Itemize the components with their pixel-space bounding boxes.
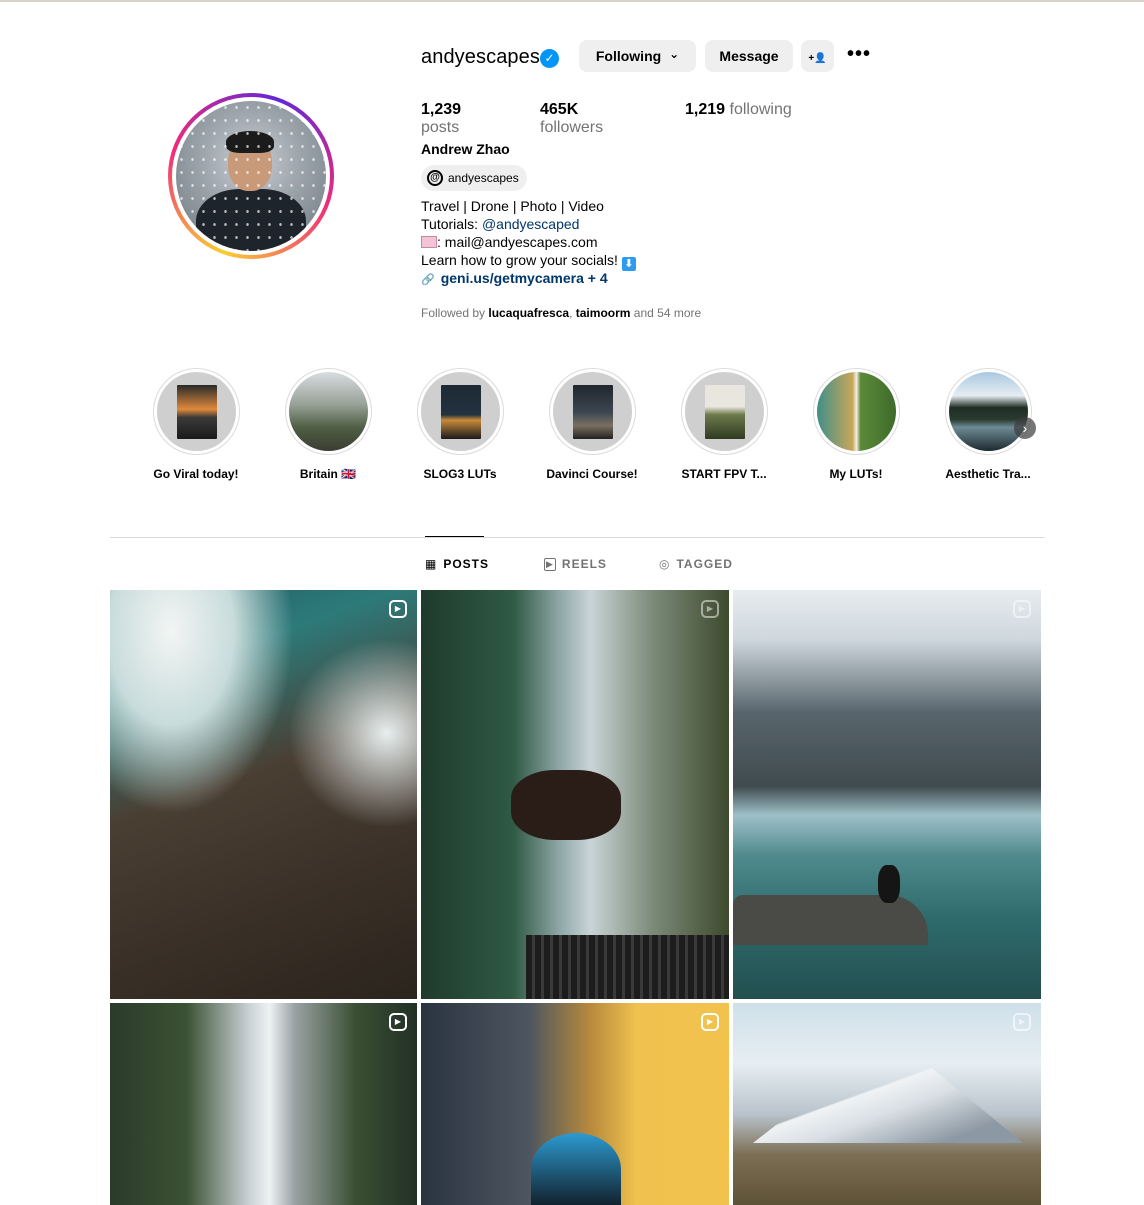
avatar-photo [176,101,326,251]
verified-badge-icon: ✓ [540,49,559,68]
following-button[interactable]: Following ⌄ [579,40,696,72]
tab-posts[interactable]: ▦ POSTS [425,557,489,571]
highlight-item[interactable]: START FPV T... [671,368,777,481]
reels-icon: ▶ [544,557,556,571]
highlight-label: Aesthetic Tra... [945,467,1031,481]
highlight-label: SLOG3 LUTs [423,467,497,481]
profile-full-name: Andrew Zhao [421,141,510,157]
add-user-button[interactable]: +👤 [801,40,834,72]
highlight-label: START FPV T... [681,467,767,481]
reel-icon: ▶ [701,600,719,618]
external-link[interactable]: geni.us/getmycamera [441,270,584,286]
highlight-label: My LUTs! [829,467,883,481]
more-options-icon[interactable]: ••• [847,44,871,68]
bio-line: Tutorials: @andyescaped [421,216,580,232]
chevron-right-icon[interactable]: › [1014,417,1036,439]
highlight-cover [288,372,368,451]
story-highlights: Go Viral today! Britain 🇬🇧 SLOG3 LUTs Da… [143,368,1043,488]
highlight-item[interactable]: SLOG3 LUTs [407,368,513,481]
highlight-label: Davinci Course! [546,467,638,481]
threads-icon: @ [427,170,443,186]
highlight-cover [156,372,236,451]
highlight-label: Go Viral today! [153,467,239,481]
top-border [0,0,1144,2]
reel-icon: ▶ [389,600,407,618]
tagged-icon: ◎ [659,557,671,571]
active-tab-indicator [425,536,484,537]
post-tile[interactable]: ▶ [110,590,417,999]
message-button[interactable]: Message [705,40,793,72]
highlight-item[interactable]: My LUTs! [803,368,909,481]
post-tile[interactable]: ▶ [733,590,1041,999]
threads-badge[interactable]: @ andyescapes [421,165,527,191]
post-tile[interactable]: ▶ [421,1003,729,1205]
profile-stats: 1,239 posts 465K followers 1,219 followi… [421,101,832,137]
threads-handle: andyescapes [448,171,519,185]
highlight-cover [552,372,632,451]
reel-icon: ▶ [389,1013,407,1031]
bio-line: Learn how to grow your socials! ⬇ [421,251,636,271]
post-tile[interactable]: ▶ [733,1003,1041,1205]
reel-icon: ▶ [1013,1013,1031,1031]
profile-bio: Travel | Drone | Photo | Video Tutorials… [421,197,636,287]
posts-grid: ▶ ▶ ▶ ▶ ▶ ▶ [110,590,1041,1205]
down-arrow-icon: ⬇ [621,257,636,271]
highlight-label: Britain 🇬🇧 [299,467,357,481]
highlight-item[interactable]: Britain 🇬🇧 [275,368,381,481]
post-tile[interactable]: ▶ [421,590,729,999]
highlight-cover [816,372,896,451]
highlight-cover [420,372,500,451]
followed-by[interactable]: Followed by lucaquafresca, taimoorm and … [421,306,701,320]
bio-line: Travel | Drone | Photo | Video [421,198,604,214]
reel-icon: ▶ [1013,600,1031,618]
bio-line: : mail@andyescapes.com [421,233,636,251]
followers-link[interactable]: 465K followers [540,101,645,137]
following-label: Following [595,48,662,64]
posts-count: 1,239 posts [421,101,462,136]
add-user-icon: +👤 [808,53,827,64]
highlight-item[interactable]: Go Viral today! [143,368,249,481]
post-tile[interactable]: ▶ [110,1003,417,1205]
following-link[interactable]: 1,219 following [685,101,792,137]
profile-avatar[interactable] [168,93,334,259]
tab-tagged[interactable]: ◎ TAGGED [659,557,733,571]
link-icon: 🔗 [421,274,435,286]
tab-reels[interactable]: ▶ REELS [544,557,607,571]
tutorials-mention-link[interactable]: @andyescaped [482,216,580,232]
more-links[interactable]: + 4 [584,270,608,286]
mail-icon [421,236,437,248]
chevron-down-icon: ⌄ [669,47,680,61]
profile-username: andyescapes [421,46,540,68]
bio-link-line[interactable]: 🔗 geni.us/getmycamera + 4 [421,269,636,287]
tabs-divider [110,537,1045,538]
reel-icon: ▶ [701,1013,719,1031]
highlight-item[interactable]: Davinci Course! [539,368,645,481]
highlight-cover [684,372,764,451]
highlight-cover [948,372,1028,451]
grid-icon: ▦ [425,557,438,571]
